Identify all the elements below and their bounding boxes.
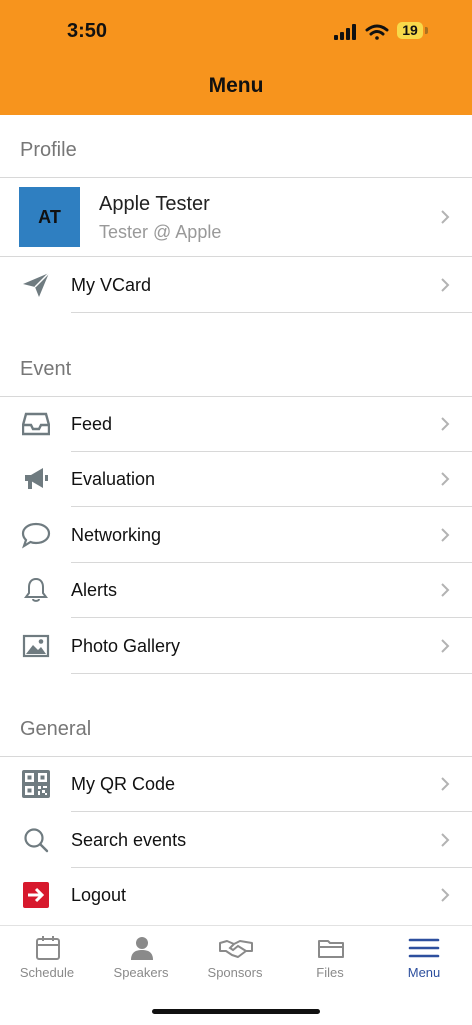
menu-item-label: Feed: [71, 414, 113, 434]
menu-item-label: Evaluation: [71, 469, 156, 489]
qr-code-icon: [20, 768, 52, 800]
chevron-right-icon: [441, 210, 450, 224]
logout-icon: [20, 879, 52, 911]
megaphone-icon: [20, 463, 52, 495]
menu-item-label: Logout: [71, 885, 127, 905]
page-title: Menu: [208, 74, 264, 97]
home-indicator: [152, 1009, 320, 1014]
menu-item-label: My QR Code: [71, 774, 176, 794]
tab-schedule[interactable]: Schedule: [0, 926, 94, 996]
chevron-right-icon: [441, 639, 450, 653]
menu-item-label: Search events: [71, 830, 187, 850]
bell-icon: [20, 574, 52, 606]
avatar: AT: [19, 187, 80, 247]
divider: [71, 673, 472, 674]
app-header: 3:50 19 Menu: [0, 0, 472, 115]
tab-speakers[interactable]: Speakers: [94, 926, 188, 996]
tab-sponsors[interactable]: Sponsors: [188, 926, 282, 996]
chevron-right-icon: [441, 888, 450, 902]
menu-icon: [408, 938, 440, 958]
chevron-right-icon: [441, 833, 450, 847]
tab-label: Speakers: [113, 965, 169, 980]
tab-label: Sponsors: [207, 965, 263, 980]
cellular-signal-icon: [334, 24, 356, 40]
folder-icon: [318, 940, 344, 958]
tab-label: Menu: [407, 965, 441, 980]
tab-label: Schedule: [19, 965, 75, 980]
wifi-icon: [365, 24, 389, 40]
section-title-profile: Profile: [20, 139, 77, 161]
calendar-icon: [36, 936, 60, 960]
person-icon: [131, 937, 153, 960]
battery-icon: 19: [397, 22, 423, 39]
menu-item-label: Alerts: [71, 580, 118, 600]
image-icon: [20, 630, 52, 662]
status-time: 3:50: [67, 20, 108, 42]
section-title-general: General: [20, 718, 92, 740]
menu-item-label: My VCard: [71, 275, 152, 295]
menu-item-label: Photo Gallery: [71, 636, 181, 656]
chevron-right-icon: [441, 777, 450, 791]
tab-files[interactable]: Files: [283, 926, 377, 996]
profile-subtitle: Tester @ Apple: [99, 222, 222, 242]
handshake-icon: [219, 940, 253, 958]
search-icon: [20, 824, 52, 856]
paper-plane-icon: [20, 269, 52, 301]
tab-menu[interactable]: Menu: [377, 926, 471, 996]
chat-bubble-icon: [20, 519, 52, 551]
chevron-right-icon: [441, 278, 450, 292]
divider: [71, 312, 472, 313]
section-title-event: Event: [20, 358, 72, 380]
profile-name: Apple Tester: [99, 193, 210, 215]
chevron-right-icon: [441, 472, 450, 486]
battery-cap: [425, 27, 428, 34]
chevron-right-icon: [441, 583, 450, 597]
signal-wifi-icons: [334, 24, 389, 40]
menu-item-label: Networking: [71, 525, 162, 545]
tab-label: Files: [316, 965, 344, 980]
chevron-right-icon: [441, 528, 450, 542]
inbox-icon: [20, 408, 52, 440]
chevron-right-icon: [441, 417, 450, 431]
